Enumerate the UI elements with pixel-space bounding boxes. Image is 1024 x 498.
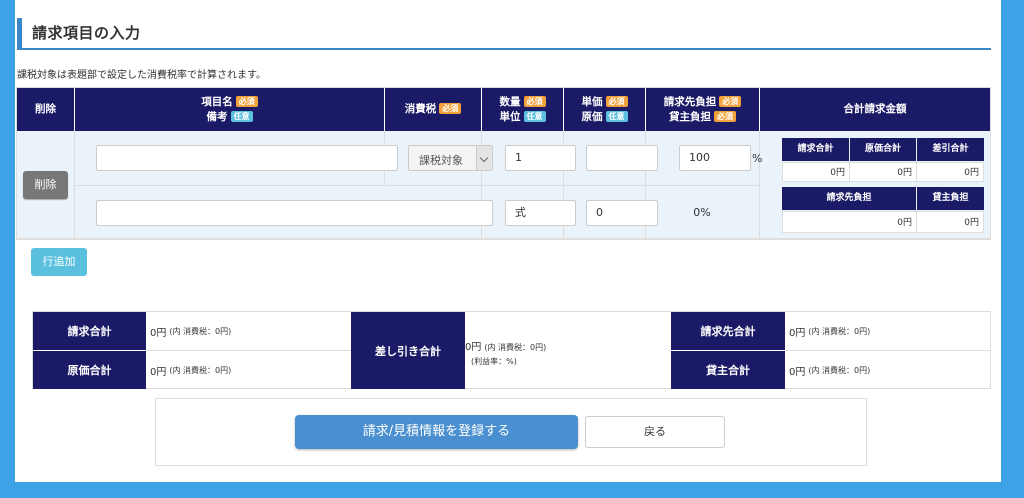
title-accent-bar	[17, 18, 22, 48]
summary-cost-total-label: 原価合計	[33, 351, 146, 389]
mini-request-total-label: 請求合計	[782, 138, 849, 161]
required-badge: 必須	[439, 103, 462, 114]
optional-badge: 任意	[230, 110, 253, 122]
header-item-name: 項目名 必須 備考 任意	[75, 88, 385, 131]
summary-lender-total-tax: (内 消費税：0円)	[808, 365, 871, 375]
required-badge: 必須	[235, 95, 258, 107]
add-row-button[interactable]: 行追加	[31, 248, 87, 276]
header-tax: 消費税 必須	[385, 88, 482, 131]
header-total: 合計請求金額	[760, 88, 990, 131]
summary-diff: 0円 (内 消費税：0円) (利益率：%)	[465, 338, 670, 367]
mini-lender-share-value: 0円	[916, 211, 984, 233]
back-button[interactable]: 戻る	[585, 416, 725, 448]
summary-diff-value: 0円	[465, 342, 482, 353]
quantity-input[interactable]: 1	[505, 145, 576, 171]
required-badge: 必須	[523, 95, 546, 107]
header-share: 請求先負担 必須 貸主負担 必須	[646, 88, 760, 131]
unit-price-input[interactable]	[586, 145, 658, 171]
optional-badge: 任意	[605, 110, 628, 122]
header-unit-price: 単価 必須 原価 任意	[564, 88, 646, 131]
summary-billing-total-label: 請求先合計	[671, 312, 785, 350]
summary-request-total-tax: (内 消費税：0円)	[169, 326, 232, 336]
mini-lender-share-label: 貸主負担	[917, 187, 984, 210]
summary-cost-total: 0円 (内 消費税：0円)	[146, 351, 351, 389]
mini-diff-total-label: 差引合計	[917, 138, 984, 161]
summary-request-total-value: 0円	[150, 327, 167, 339]
form-footer: 請求/見積情報を登録する 戻る	[155, 398, 867, 466]
summary-cost-total-value: 0円	[150, 366, 167, 378]
optional-badge: 任意	[523, 110, 546, 122]
summary-diff-tax: (内 消費税：0円)	[484, 343, 547, 352]
summary-lender-total-value: 0円	[789, 366, 806, 378]
mini-billing-share-value: 0円	[782, 211, 917, 233]
section-header: 請求項目の入力	[17, 14, 991, 50]
billing-share-input[interactable]: 100	[679, 145, 751, 171]
header-quantity: 数量 必須 単位 任意	[482, 88, 564, 131]
item-name-input[interactable]	[96, 145, 398, 171]
unit-input[interactable]: 式	[505, 200, 576, 226]
required-badge: 必須	[719, 95, 742, 107]
required-badge: 必須	[605, 95, 628, 107]
mini-request-total-value: 0円	[782, 162, 850, 182]
summary-billing-total-value: 0円	[789, 327, 806, 339]
required-badge: 必須	[714, 110, 736, 122]
summary-cost-total-tax: (内 消費税：0円)	[169, 365, 232, 375]
chevron-down-icon	[476, 146, 492, 170]
summary-diff-label: 差し引き合計	[351, 312, 465, 389]
submit-button[interactable]: 請求/見積情報を登録する	[295, 415, 578, 449]
section-title: 請求項目の入力	[32, 24, 141, 42]
summary-lender-total: 0円 (内 消費税：0円)	[785, 351, 990, 389]
mini-cost-total-value: 0円	[849, 162, 917, 182]
summary-request-total: 0円 (内 消費税：0円)	[146, 312, 351, 350]
tax-select[interactable]: 課税対象	[408, 145, 493, 171]
summary-table: 請求合計 原価合計 0円 (内 消費税：0円) 0円 (内 消費税：0円) 差し引き…	[32, 311, 991, 389]
summary-billing-total: 0円 (内 消費税：0円)	[785, 312, 990, 350]
remarks-input[interactable]	[96, 200, 493, 226]
percent-sign: %	[752, 152, 763, 165]
delete-button[interactable]: 削除	[23, 171, 68, 199]
header-delete: 削除	[17, 88, 75, 131]
mini-diff-total-value: 0円	[916, 162, 984, 182]
mini-billing-share-label: 請求先負担	[782, 187, 916, 210]
mini-cost-total-label: 原価合計	[850, 138, 916, 161]
summary-lender-total-label: 貸主合計	[671, 351, 785, 389]
summary-request-total-label: 請求合計	[33, 312, 146, 350]
lender-share-percent: 0%	[693, 206, 711, 219]
summary-billing-total-tax: (内 消費税：0円)	[808, 326, 871, 336]
tax-note: 課税対象は表題部で設定した消費税率で計算されます。	[17, 70, 266, 81]
summary-diff-margin: (利益率：%)	[471, 357, 517, 366]
